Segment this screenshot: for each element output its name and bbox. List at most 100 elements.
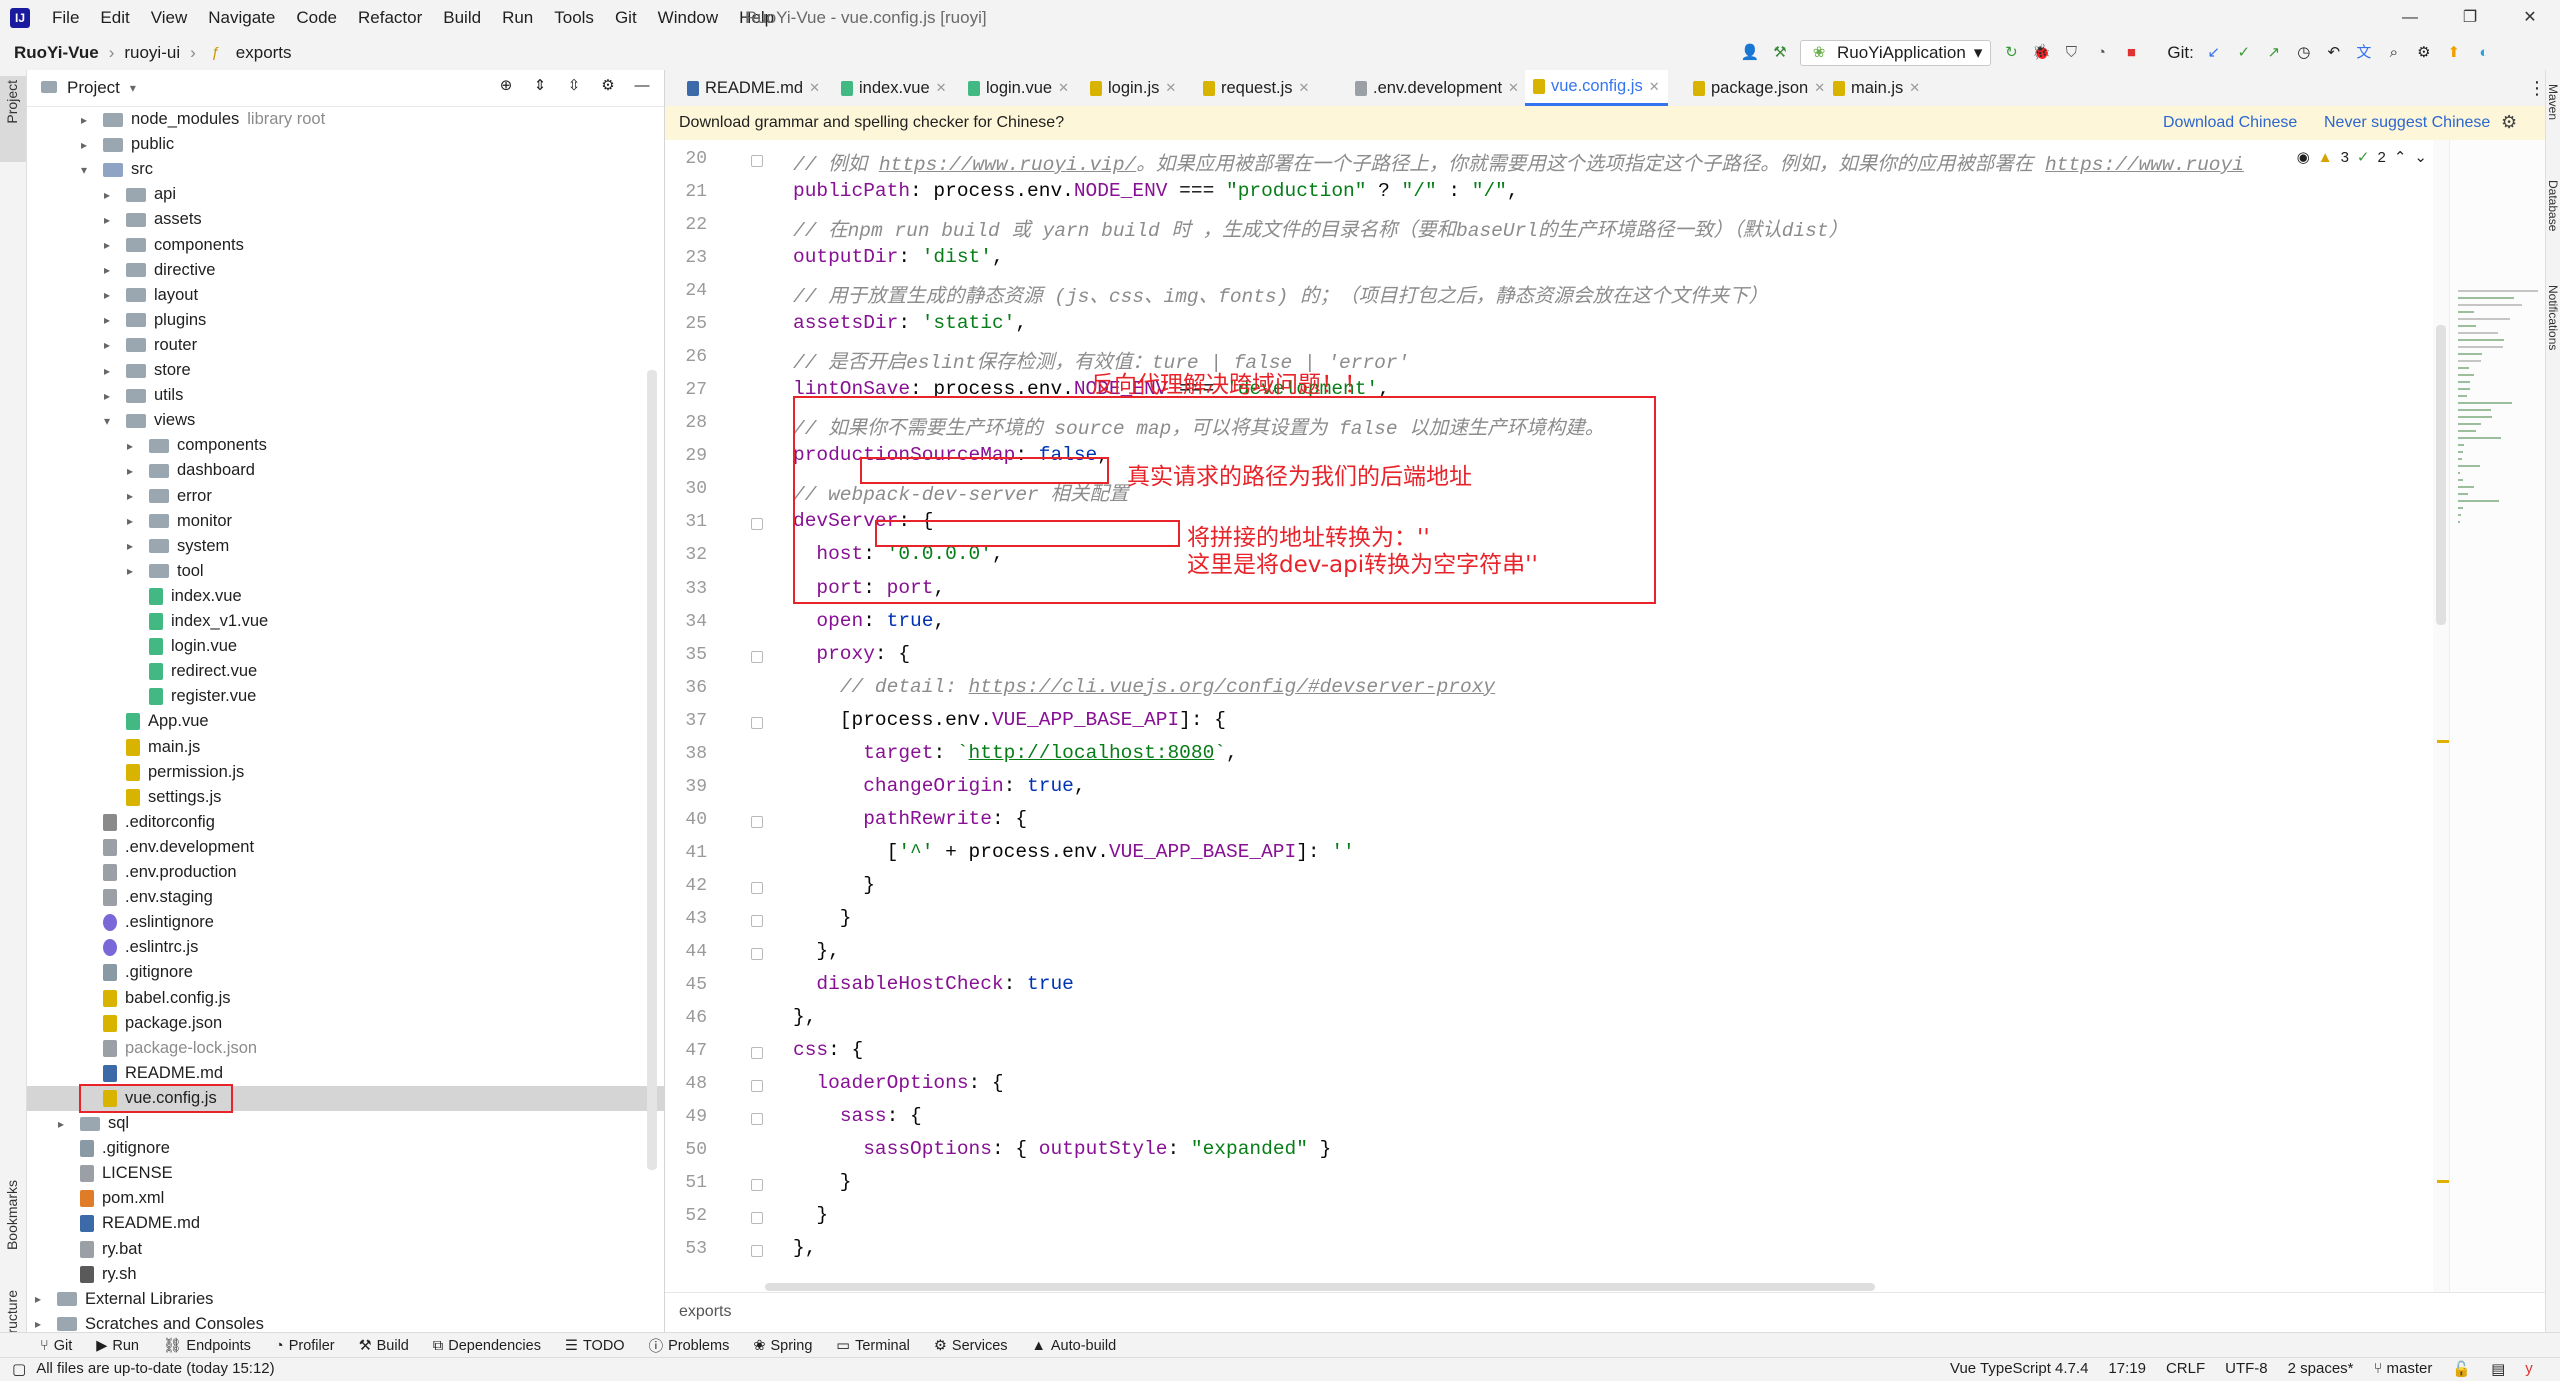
update-icon[interactable]: ⬆ (2444, 43, 2464, 63)
scroll-thumb[interactable] (2436, 325, 2446, 625)
tree-item[interactable]: ▾ src (81, 157, 153, 182)
tree-item[interactable]: redirect.vue (127, 659, 257, 684)
chevron-right-icon[interactable]: ▸ (81, 138, 95, 152)
tree-item[interactable]: ▸ utils (104, 383, 183, 408)
tree-item[interactable]: App.vue (104, 709, 209, 734)
tree-item[interactable]: ry.sh (58, 1262, 137, 1287)
menu-item-code[interactable]: Code (296, 8, 337, 28)
tree-item[interactable]: ▸ router (104, 333, 197, 358)
tree-item[interactable]: main.js (104, 735, 200, 760)
menu-item-window[interactable]: Window (658, 8, 718, 28)
language-service[interactable]: Vue TypeScript 4.7.4 (1950, 1360, 2088, 1378)
tree-item[interactable]: permission.js (104, 760, 244, 785)
git-commit-icon[interactable]: ✓ (2234, 43, 2254, 63)
indent-setting[interactable]: 2 spaces* (2288, 1360, 2354, 1378)
close-tab-icon[interactable]: ✕ (1508, 80, 1519, 96)
tree-item[interactable]: ry.bat (58, 1237, 142, 1262)
status-panel-icon[interactable]: ▢ (12, 1360, 26, 1378)
tree-item[interactable]: README.md (58, 1211, 200, 1236)
git-update-icon[interactable]: ↙ (2204, 43, 2224, 63)
tree-item[interactable]: .env.staging (81, 885, 213, 910)
breadcrumb-module[interactable]: ruoyi-ui (124, 43, 180, 63)
close-tab-icon[interactable]: ✕ (936, 80, 947, 96)
tree-item[interactable]: ▸ api (104, 182, 176, 207)
chevron-right-icon[interactable]: ▸ (127, 514, 141, 528)
code-url[interactable]: https://www.ruoyi (2045, 154, 2244, 176)
database-tool-button[interactable]: Database (2546, 180, 2560, 231)
tree-item[interactable]: pom.xml (58, 1186, 164, 1211)
debug-icon[interactable]: 🐞 (2031, 43, 2051, 63)
fold-marker-icon[interactable] (751, 1179, 763, 1192)
tool-window-dependencies[interactable]: ⧉ Dependencies (433, 1335, 541, 1356)
tree-item[interactable]: .env.production (81, 860, 237, 885)
settings-icon[interactable]: ⚙ (2414, 43, 2434, 63)
tree-item[interactable]: ▸ External Libraries (35, 1287, 213, 1312)
tool-window-git[interactable]: ⑂ Git (40, 1335, 72, 1356)
chevron-right-icon[interactable]: ▸ (104, 213, 118, 227)
fold-marker-icon[interactable] (751, 716, 763, 729)
file-encoding[interactable]: UTF-8 (2225, 1360, 2268, 1378)
line-separator[interactable]: CRLF (2166, 1360, 2205, 1378)
fold-marker-icon[interactable] (751, 518, 763, 531)
menu-item-tools[interactable]: Tools (554, 8, 594, 28)
fold-marker-icon[interactable] (751, 881, 763, 894)
tree-item[interactable]: LICENSE (58, 1161, 173, 1186)
chevron-down-icon[interactable]: ▾ (130, 81, 136, 95)
chevron-right-icon[interactable]: ▸ (35, 1317, 49, 1331)
close-tab-icon[interactable]: ✕ (1299, 80, 1310, 96)
editor-breadcrumb-item[interactable]: exports (679, 1303, 731, 1321)
chevron-right-icon[interactable]: ▸ (104, 188, 118, 202)
close-tab-icon[interactable]: ✕ (1909, 80, 1920, 96)
fold-marker-icon[interactable] (751, 914, 763, 927)
chevron-down-icon[interactable]: ▾ (104, 414, 118, 428)
tree-item[interactable]: ▸ dashboard (127, 458, 255, 483)
tree-item[interactable]: ▸ layout (104, 283, 198, 308)
project-panel-title[interactable]: Project (67, 78, 120, 98)
maven-tool-button[interactable]: Maven (2546, 84, 2560, 120)
tool-window-problems[interactable]: ⓘ Problems (649, 1335, 730, 1356)
chevron-right-icon[interactable]: ▸ (58, 1117, 72, 1131)
code-url[interactable]: https://cli.vuejs.org/config/#devserver-… (969, 676, 1496, 698)
editor-tab[interactable]: login.js ✕ (1082, 70, 1184, 106)
tree-item[interactable]: babel.config.js (81, 986, 231, 1011)
tree-item[interactable]: .env.development (81, 835, 254, 860)
chevron-right-icon[interactable]: ▸ (104, 238, 118, 252)
chevron-right-icon[interactable]: ▸ (104, 263, 118, 277)
chevron-right-icon[interactable]: ▸ (104, 364, 118, 378)
tree-item[interactable]: .gitignore (58, 1136, 170, 1161)
git-push-icon[interactable]: ↗ (2264, 43, 2284, 63)
tree-item[interactable]: ▸ system (127, 534, 229, 559)
editor-tab[interactable]: .env.development ✕ (1347, 70, 1527, 106)
editor-tab[interactable]: login.vue ✕ (960, 70, 1077, 106)
never-suggest-link[interactable]: Never suggest Chinese (2324, 114, 2490, 132)
breadcrumb-symbol[interactable]: exports (236, 43, 292, 63)
tree-item[interactable]: ▸ components (104, 233, 244, 258)
menu-item-navigate[interactable]: Navigate (208, 8, 275, 28)
cursor-position[interactable]: 17:19 (2108, 1360, 2146, 1378)
jetbrains-icon[interactable]: ◐ (2474, 43, 2494, 63)
fold-marker-icon[interactable] (751, 650, 763, 663)
gear-icon[interactable]: ⚙ (598, 76, 618, 96)
editor-horizontal-scrollbar[interactable] (765, 1283, 1875, 1291)
tree-item[interactable]: login.vue (127, 634, 237, 659)
close-tab-icon[interactable]: ✕ (1649, 79, 1660, 95)
notifications-tool-button[interactable]: Notifications (2546, 285, 2560, 350)
tree-item[interactable]: ▸ plugins (104, 308, 206, 333)
editor-tab[interactable]: package.json ✕ (1685, 70, 1833, 106)
profile-icon[interactable]: ◔ (2091, 43, 2111, 63)
tree-item[interactable]: ▸ monitor (127, 509, 232, 534)
hammer-icon[interactable]: ⚒ (1770, 43, 1790, 63)
more-tabs-icon[interactable]: ⋮ (2528, 78, 2546, 99)
tree-item[interactable]: index.vue (127, 584, 242, 609)
tree-scrollbar[interactable] (647, 370, 657, 1170)
bookmarks-tool-button[interactable]: Bookmarks (4, 1180, 20, 1250)
tree-item[interactable]: ▸ node_modules library root (81, 107, 325, 132)
tool-window-spring[interactable]: ❀ Spring (753, 1335, 812, 1356)
fold-marker-icon[interactable] (751, 947, 763, 960)
fold-marker-icon[interactable] (751, 815, 763, 828)
run-config-select[interactable]: ❀ RuoYiApplication ▾ (1800, 40, 1992, 66)
chevron-right-icon[interactable]: ▸ (81, 113, 95, 127)
history-icon[interactable]: ◷ (2294, 43, 2314, 63)
translate-icon[interactable]: 文 (2354, 43, 2374, 63)
fold-marker-icon[interactable] (751, 1245, 763, 1258)
